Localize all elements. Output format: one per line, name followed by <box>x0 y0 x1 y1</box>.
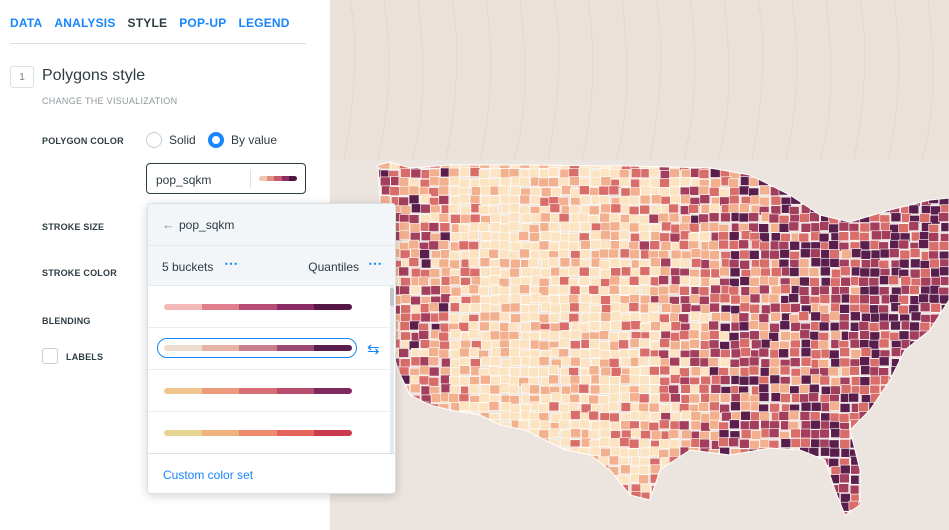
attribute-select-value: pop_sqkm <box>156 173 212 187</box>
ramp-option-selected[interactable]: ⇆ <box>148 328 392 370</box>
scrollbar-thumb[interactable] <box>390 288 394 306</box>
solid-radio[interactable] <box>146 132 162 148</box>
stroke-size-label: STROKE SIZE <box>42 222 105 232</box>
ramp-option[interactable] <box>148 412 392 454</box>
tab-legend[interactable]: LEGEND <box>238 16 289 30</box>
attribute-select[interactable]: pop_sqkm <box>146 163 306 194</box>
labels-label: LABELS <box>66 352 104 362</box>
dropdown-header[interactable]: ← pop_sqkm <box>148 204 395 245</box>
ramp-option[interactable] <box>148 286 392 328</box>
ramp-bar <box>164 304 352 310</box>
dropdown-options-bar: 5 buckets ⋯ Quantiles ⋯ <box>148 245 395 286</box>
section-number: 1 <box>10 66 34 88</box>
blending-label: BLENDING <box>42 316 91 326</box>
dropdown-footer: Custom color set <box>148 453 395 493</box>
ramp-swatch <box>274 176 282 181</box>
section-title: Polygons style <box>42 67 146 84</box>
color-ramp-preview[interactable] <box>259 176 297 181</box>
ramp-swatch <box>281 176 290 181</box>
ramp-bar <box>164 388 352 394</box>
classification-label: Quantiles <box>308 260 359 274</box>
ramp-bar <box>164 430 352 436</box>
ramp-swatch <box>266 176 275 181</box>
classification-menu-icon[interactable]: ⋯ <box>368 255 383 272</box>
ramp-option[interactable] <box>148 370 392 412</box>
labels-checkbox[interactable] <box>42 348 58 364</box>
section-subtitle: CHANGE THE VISUALIZATION <box>42 96 178 106</box>
reverse-ramp-icon[interactable]: ⇆ <box>367 340 380 358</box>
ramp-bar <box>164 345 352 351</box>
tab-analysis[interactable]: ANALYSIS <box>54 16 115 30</box>
color-ramp-dropdown: ← pop_sqkm 5 buckets ⋯ Quantiles ⋯ ⇆ Cus… <box>147 203 396 494</box>
solid-radio-label: Solid <box>169 133 196 147</box>
ramp-swatch <box>289 176 297 181</box>
tab-bar: DATA ANALYSIS STYLE POP-UP LEGEND <box>10 16 290 30</box>
buckets-label: 5 buckets <box>162 260 214 274</box>
dropdown-back-label[interactable]: pop_sqkm <box>179 218 234 232</box>
by-value-radio[interactable] <box>208 132 224 148</box>
buckets-menu-icon[interactable]: ⋯ <box>224 255 239 272</box>
tabs-divider <box>10 43 306 44</box>
tab-data[interactable]: DATA <box>10 16 42 30</box>
choropleth-map[interactable] <box>330 0 949 530</box>
back-arrow-icon[interactable]: ← <box>162 217 175 232</box>
stroke-color-label: STROKE COLOR <box>42 268 117 278</box>
custom-color-set-link[interactable]: Custom color set <box>163 468 253 482</box>
attribute-select-separator <box>250 170 251 188</box>
dropdown-scrollbar[interactable] <box>390 286 394 454</box>
county-map-canvas <box>330 0 949 516</box>
tab-style[interactable]: STYLE <box>128 16 168 30</box>
tab-popup[interactable]: POP-UP <box>179 16 226 30</box>
by-value-radio-label: By value <box>231 133 278 147</box>
ramp-swatch <box>259 176 267 181</box>
polygon-color-label: POLYGON COLOR <box>42 136 124 146</box>
